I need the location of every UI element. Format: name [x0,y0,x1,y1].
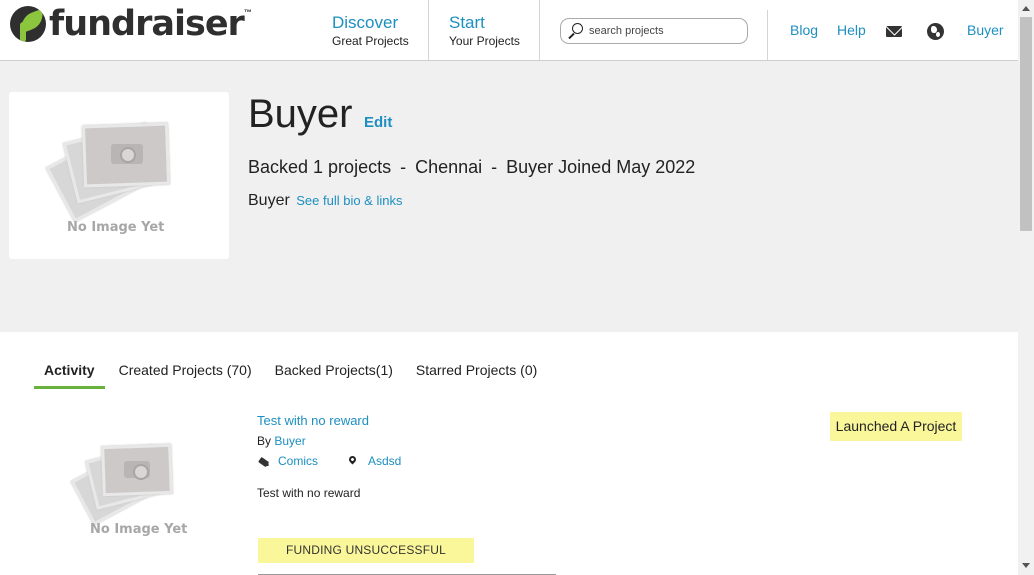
help-link[interactable]: Help [837,22,866,38]
backed-count: Backed 1 projects [248,157,392,177]
project-author: By Buyer [257,434,306,448]
nav-discover-subtitle: Great Projects [332,34,409,48]
category-link[interactable]: Comics [278,454,318,468]
search-input[interactable] [589,25,739,37]
tab-starred-projects[interactable]: Starred Projects (0) [416,360,537,389]
logo-text: fundraiser [49,4,245,44]
profile-avatar: No Image Yet [9,92,229,259]
camera-icon [124,461,150,480]
scrollbar-thumb[interactable] [1020,17,1032,231]
location-link[interactable]: Asdsd [368,454,401,468]
scroll-up-arrow-icon[interactable] [1022,6,1030,11]
project-image-placeholder-icon[interactable]: No Image Yet [70,443,208,544]
nav-discover[interactable]: Discover Great Projects [316,0,429,60]
header-divider [767,10,768,60]
profile-banner: No Image Yet Buyer Edit Backed 1 project… [0,61,1018,332]
blog-link[interactable]: Blog [790,22,818,38]
activity-event-badge: Launched A Project [830,412,962,441]
no-image-caption: No Image Yet [67,220,165,235]
project-description: Test with no reward [257,486,361,500]
author-link[interactable]: Buyer [274,434,305,448]
location-pin-icon [347,454,358,465]
by-prefix: By [257,434,272,448]
profile-location: Chennai [415,157,483,177]
tab-backed-projects[interactable]: Backed Projects(1) [275,360,393,389]
profile-bio: Buyer See full bio & links [248,192,402,210]
logo-trademark: ™ [243,8,252,17]
edit-profile-link[interactable]: Edit [364,114,392,131]
tab-created-projects[interactable]: Created Projects (70) [119,360,252,389]
fundraiser-logo[interactable]: fundraiser ™ [10,6,252,42]
profile-stats: Backed 1 projects - Chennai - Buyer Joined M… [248,157,696,177]
mail-icon[interactable] [886,26,902,37]
profile-name: Buyer [248,92,353,136]
full-bio-link[interactable]: See full bio & links [296,193,402,208]
nav-start[interactable]: Start Your Projects [429,0,540,60]
nav-start-title: Start [449,13,485,32]
search-icon[interactable] [565,19,589,43]
search-box [560,18,748,44]
nav-start-subtitle: Your Projects [449,34,520,48]
no-image-caption: No Image Yet [90,522,188,537]
tag-icon [258,456,269,468]
no-image-placeholder-icon: No Image Yet [45,122,185,237]
bio-text: Buyer [248,192,290,209]
joined-date: Buyer Joined May 2022 [506,157,696,177]
project-title-link[interactable]: Test with no reward [257,413,369,428]
profile-tabs: Activity Created Projects (70) Backed Pr… [34,360,560,389]
leaf-logo-icon [10,6,46,42]
top-header: fundraiser ™ Discover Great Projects Sta… [0,0,1018,61]
funding-status-badge: FUNDING UNSUCCESSFUL [258,538,474,563]
camera-icon [111,144,143,164]
globe-icon[interactable] [927,23,944,40]
nav-discover-title: Discover [332,13,399,32]
scroll-down-arrow-icon[interactable] [1022,563,1030,568]
page-scrollbar[interactable] [1018,0,1034,575]
tab-activity[interactable]: Activity [34,360,105,389]
user-menu-link[interactable]: Buyer [967,22,1004,38]
